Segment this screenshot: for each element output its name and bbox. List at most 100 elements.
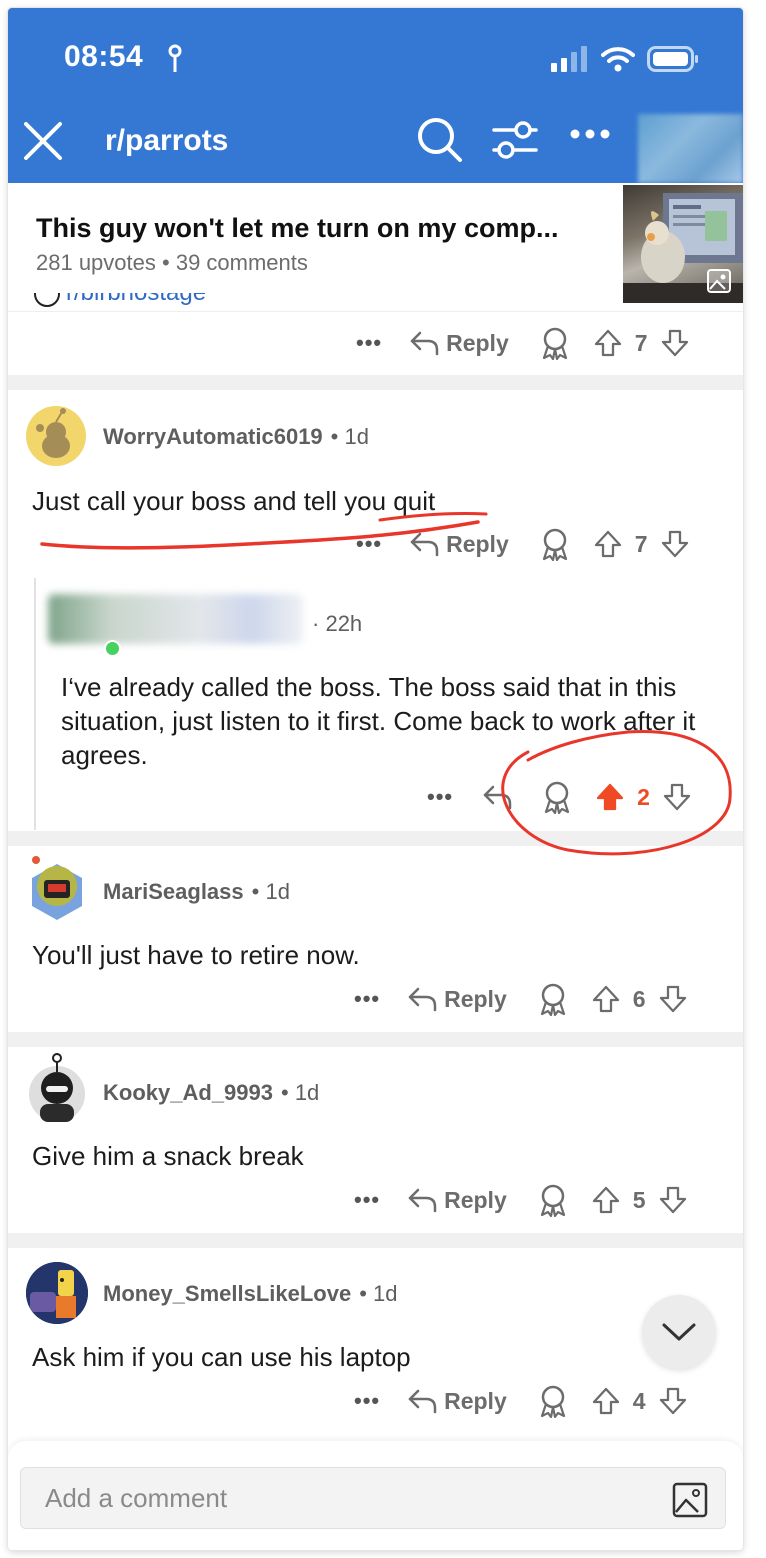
- post-title[interactable]: This guy won't let me turn on my comp...: [36, 213, 558, 244]
- award-button[interactable]: [537, 1384, 569, 1418]
- comment-age: • 1d: [330, 424, 369, 449]
- upvote-count: 281 upvotes: [36, 250, 156, 275]
- more-icon[interactable]: •••: [354, 1388, 380, 1414]
- downvote-icon[interactable]: [658, 1185, 688, 1215]
- thread-line: [34, 578, 36, 830]
- more-icon[interactable]: •••: [427, 784, 453, 810]
- subreddit-title[interactable]: r/parrots: [105, 124, 228, 158]
- comment-author-row: WorryAutomatic6019 • 1d: [103, 424, 369, 450]
- downvote-icon[interactable]: [658, 1386, 688, 1416]
- reply-button[interactable]: [483, 784, 513, 810]
- more-icon[interactable]: •••: [356, 330, 382, 356]
- comment-text: Ask him if you can use his laptop: [32, 1342, 411, 1372]
- divider: [8, 375, 743, 390]
- filter-icon: [492, 121, 538, 159]
- award-icon: [540, 1385, 565, 1418]
- sort-button[interactable]: [492, 120, 538, 160]
- downvote-icon[interactable]: [660, 529, 690, 559]
- reply-icon: [408, 987, 437, 1012]
- vote-controls: 7: [593, 328, 690, 358]
- comment-age: • 1d: [251, 879, 290, 904]
- upvote-icon[interactable]: [591, 984, 621, 1014]
- image-icon: [707, 269, 731, 293]
- comment-age: · 22h: [312, 611, 363, 636]
- divider: [8, 1233, 743, 1248]
- vote-controls: 4: [591, 1386, 688, 1416]
- screen: 08:54 r/parrots This guy won't let me tu…: [8, 8, 743, 1550]
- vote-count: 7: [634, 329, 648, 356]
- comment-age: • 1d: [280, 1080, 320, 1105]
- comment-age: • 1d: [359, 1281, 398, 1306]
- more-icon: [570, 129, 610, 139]
- comment-composer: [8, 1441, 743, 1550]
- attach-image-button[interactable]: [672, 1482, 708, 1518]
- reply-button[interactable]: Reply: [408, 986, 507, 1013]
- downvote-icon[interactable]: [658, 984, 688, 1014]
- user-avatar[interactable]: [638, 114, 743, 183]
- close-button[interactable]: [22, 120, 64, 162]
- upvote-icon[interactable]: [593, 529, 623, 559]
- comment-actions: ••• Reply 4: [354, 1384, 688, 1418]
- upvote-icon[interactable]: [593, 328, 623, 358]
- award-icon: [540, 1184, 565, 1217]
- comment-actions: ••• Reply 7: [356, 326, 690, 360]
- comment-author-row: Kooky_Ad_9993 • 1d: [103, 1080, 319, 1106]
- meta-separator: •: [162, 250, 170, 275]
- status-time: 08:54: [64, 40, 144, 73]
- award-icon: [540, 983, 565, 1016]
- reply-icon: [483, 785, 512, 810]
- comment-actions: ••• Reply 7: [356, 527, 690, 561]
- reply-button[interactable]: Reply: [408, 1388, 507, 1415]
- author-name[interactable]: Money_SmellsLikeLove: [103, 1281, 351, 1307]
- vote-count: 4: [632, 1387, 646, 1414]
- downvote-icon[interactable]: [660, 328, 690, 358]
- vote-count: 7: [634, 530, 648, 557]
- award-button[interactable]: [541, 780, 573, 814]
- award-button[interactable]: [537, 1183, 569, 1217]
- upvote-icon[interactable]: [595, 782, 625, 812]
- search-button[interactable]: [416, 116, 464, 164]
- add-comment-input[interactable]: [20, 1467, 726, 1529]
- award-icon: [542, 327, 567, 360]
- chevron-down-icon: [662, 1323, 696, 1341]
- comment-actions: ••• Reply 6: [354, 982, 688, 1016]
- top-bar: 08:54 r/parrots: [8, 8, 743, 183]
- more-icon[interactable]: •••: [356, 531, 382, 557]
- author-name[interactable]: Kooky_Ad_9993: [103, 1080, 273, 1106]
- comment-author-row: MariSeaglass • 1d: [103, 879, 290, 905]
- previous-comment-cutoff: r/birbhostage: [34, 293, 206, 313]
- award-button[interactable]: [539, 326, 571, 360]
- post-meta: 281 upvotes • 39 comments: [36, 250, 308, 276]
- comment-author-row: · 22h: [304, 611, 362, 637]
- upvote-icon[interactable]: [591, 1386, 621, 1416]
- online-indicator: [104, 640, 121, 657]
- reply-icon: [408, 1389, 437, 1414]
- reply-button[interactable]: Reply: [410, 330, 509, 357]
- vote-controls: 6: [591, 984, 688, 1014]
- vote-count: 2: [637, 783, 650, 810]
- more-options-button[interactable]: [570, 128, 610, 140]
- more-icon[interactable]: •••: [354, 1187, 380, 1213]
- close-icon: [24, 122, 62, 160]
- avatar[interactable]: [26, 1052, 88, 1124]
- avatar[interactable]: [26, 850, 88, 922]
- scroll-down-button[interactable]: [642, 1295, 716, 1369]
- award-icon: [542, 528, 567, 561]
- award-button[interactable]: [539, 527, 571, 561]
- downvote-icon[interactable]: [662, 782, 692, 812]
- post-thumbnail[interactable]: [623, 185, 743, 303]
- author-name[interactable]: MariSeaglass: [103, 879, 244, 905]
- vote-controls: 7: [593, 529, 690, 559]
- avatar[interactable]: [26, 1262, 88, 1324]
- avatar[interactable]: [26, 406, 86, 466]
- author-name[interactable]: WorryAutomatic6019: [103, 424, 323, 450]
- divider: [8, 831, 743, 846]
- reply-button[interactable]: Reply: [410, 531, 509, 558]
- more-icon[interactable]: •••: [354, 986, 380, 1012]
- reply-icon: [410, 532, 439, 557]
- award-button[interactable]: [537, 982, 569, 1016]
- comment-text: You'll just have to retire now.: [32, 940, 360, 970]
- upvote-icon[interactable]: [591, 1185, 621, 1215]
- signal-icon: [551, 46, 587, 72]
- reply-button[interactable]: Reply: [408, 1187, 507, 1214]
